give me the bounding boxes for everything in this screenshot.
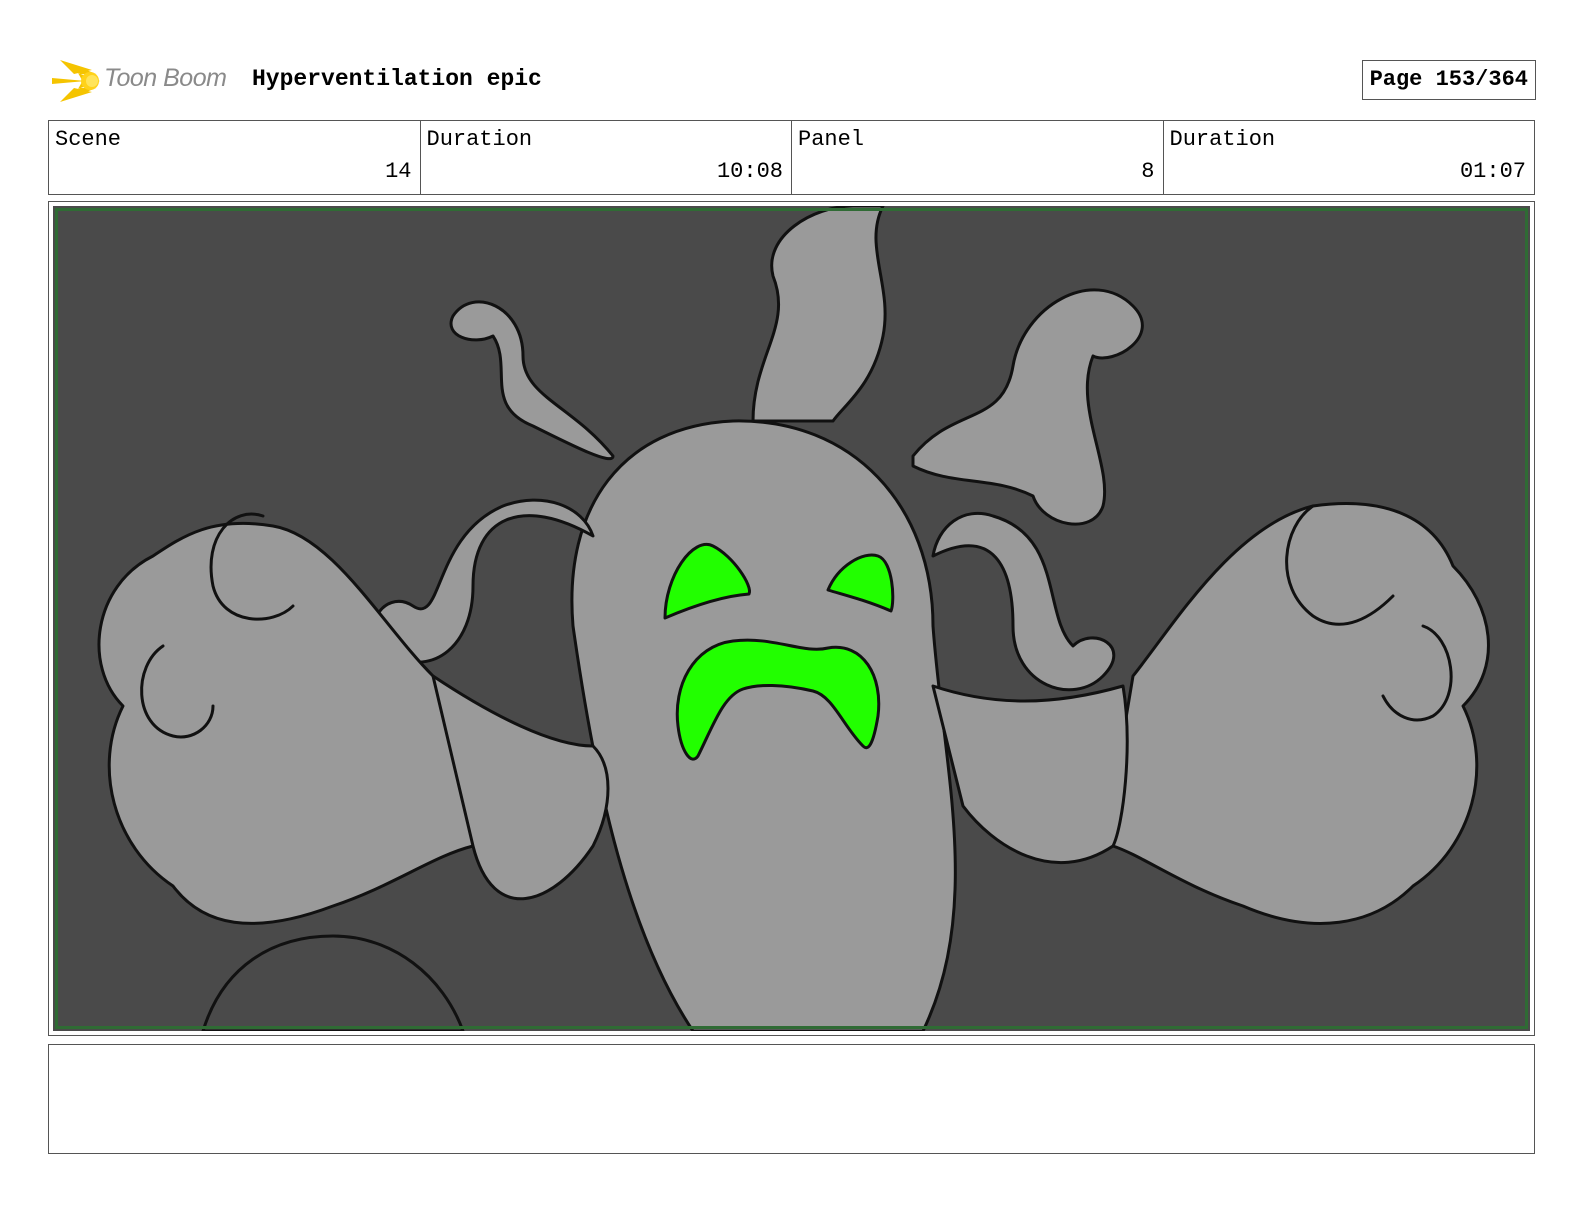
panel-duration-label: Duration	[1169, 127, 1276, 152]
left-hand	[97, 521, 498, 925]
panel-frame	[48, 201, 1535, 1036]
monster-body	[570, 419, 957, 1031]
panel-notes[interactable]	[48, 1044, 1535, 1154]
scene-label: Scene	[55, 127, 122, 152]
tendril-left-top	[449, 300, 615, 461]
scene-duration-value: 10:08	[716, 159, 783, 184]
page-indicator: Page 153/364	[1361, 60, 1536, 100]
left-arm	[431, 674, 610, 901]
scene-duration-label: Duration	[426, 127, 533, 152]
panel-label: Panel	[798, 127, 865, 152]
storyboard-header: Toon Boom Hyperventilation epic Page 153…	[52, 56, 1536, 106]
starburst-icon	[52, 60, 100, 102]
tendril-right	[931, 511, 1116, 692]
scene-duration-cell: Duration 10:08	[421, 121, 792, 194]
panel-cell: Panel 8	[792, 121, 1164, 194]
monster-sketch	[97, 206, 1490, 1031]
project-title: Hyperventilation epic	[252, 66, 542, 92]
panel-duration-cell: Duration 01:07	[1164, 121, 1535, 194]
tendril-right-top	[911, 288, 1144, 526]
toon-boom-logo: Toon Boom	[52, 56, 242, 106]
logo-wordmark: Toon Boom	[104, 64, 227, 92]
tendril-left	[372, 498, 595, 664]
scene-value: 14	[385, 159, 412, 184]
right-hand	[1096, 502, 1490, 925]
foreground-shape	[201, 934, 465, 1031]
panel-value: 8	[1141, 159, 1155, 184]
panel-duration-value: 01:07	[1459, 159, 1526, 184]
right-arm	[931, 684, 1129, 865]
scene-panel-info: Scene 14 Duration 10:08 Panel 8 Duration…	[48, 120, 1535, 195]
panel-image	[53, 206, 1530, 1031]
tendril-center-top	[751, 206, 887, 423]
scene-cell: Scene 14	[49, 121, 421, 194]
